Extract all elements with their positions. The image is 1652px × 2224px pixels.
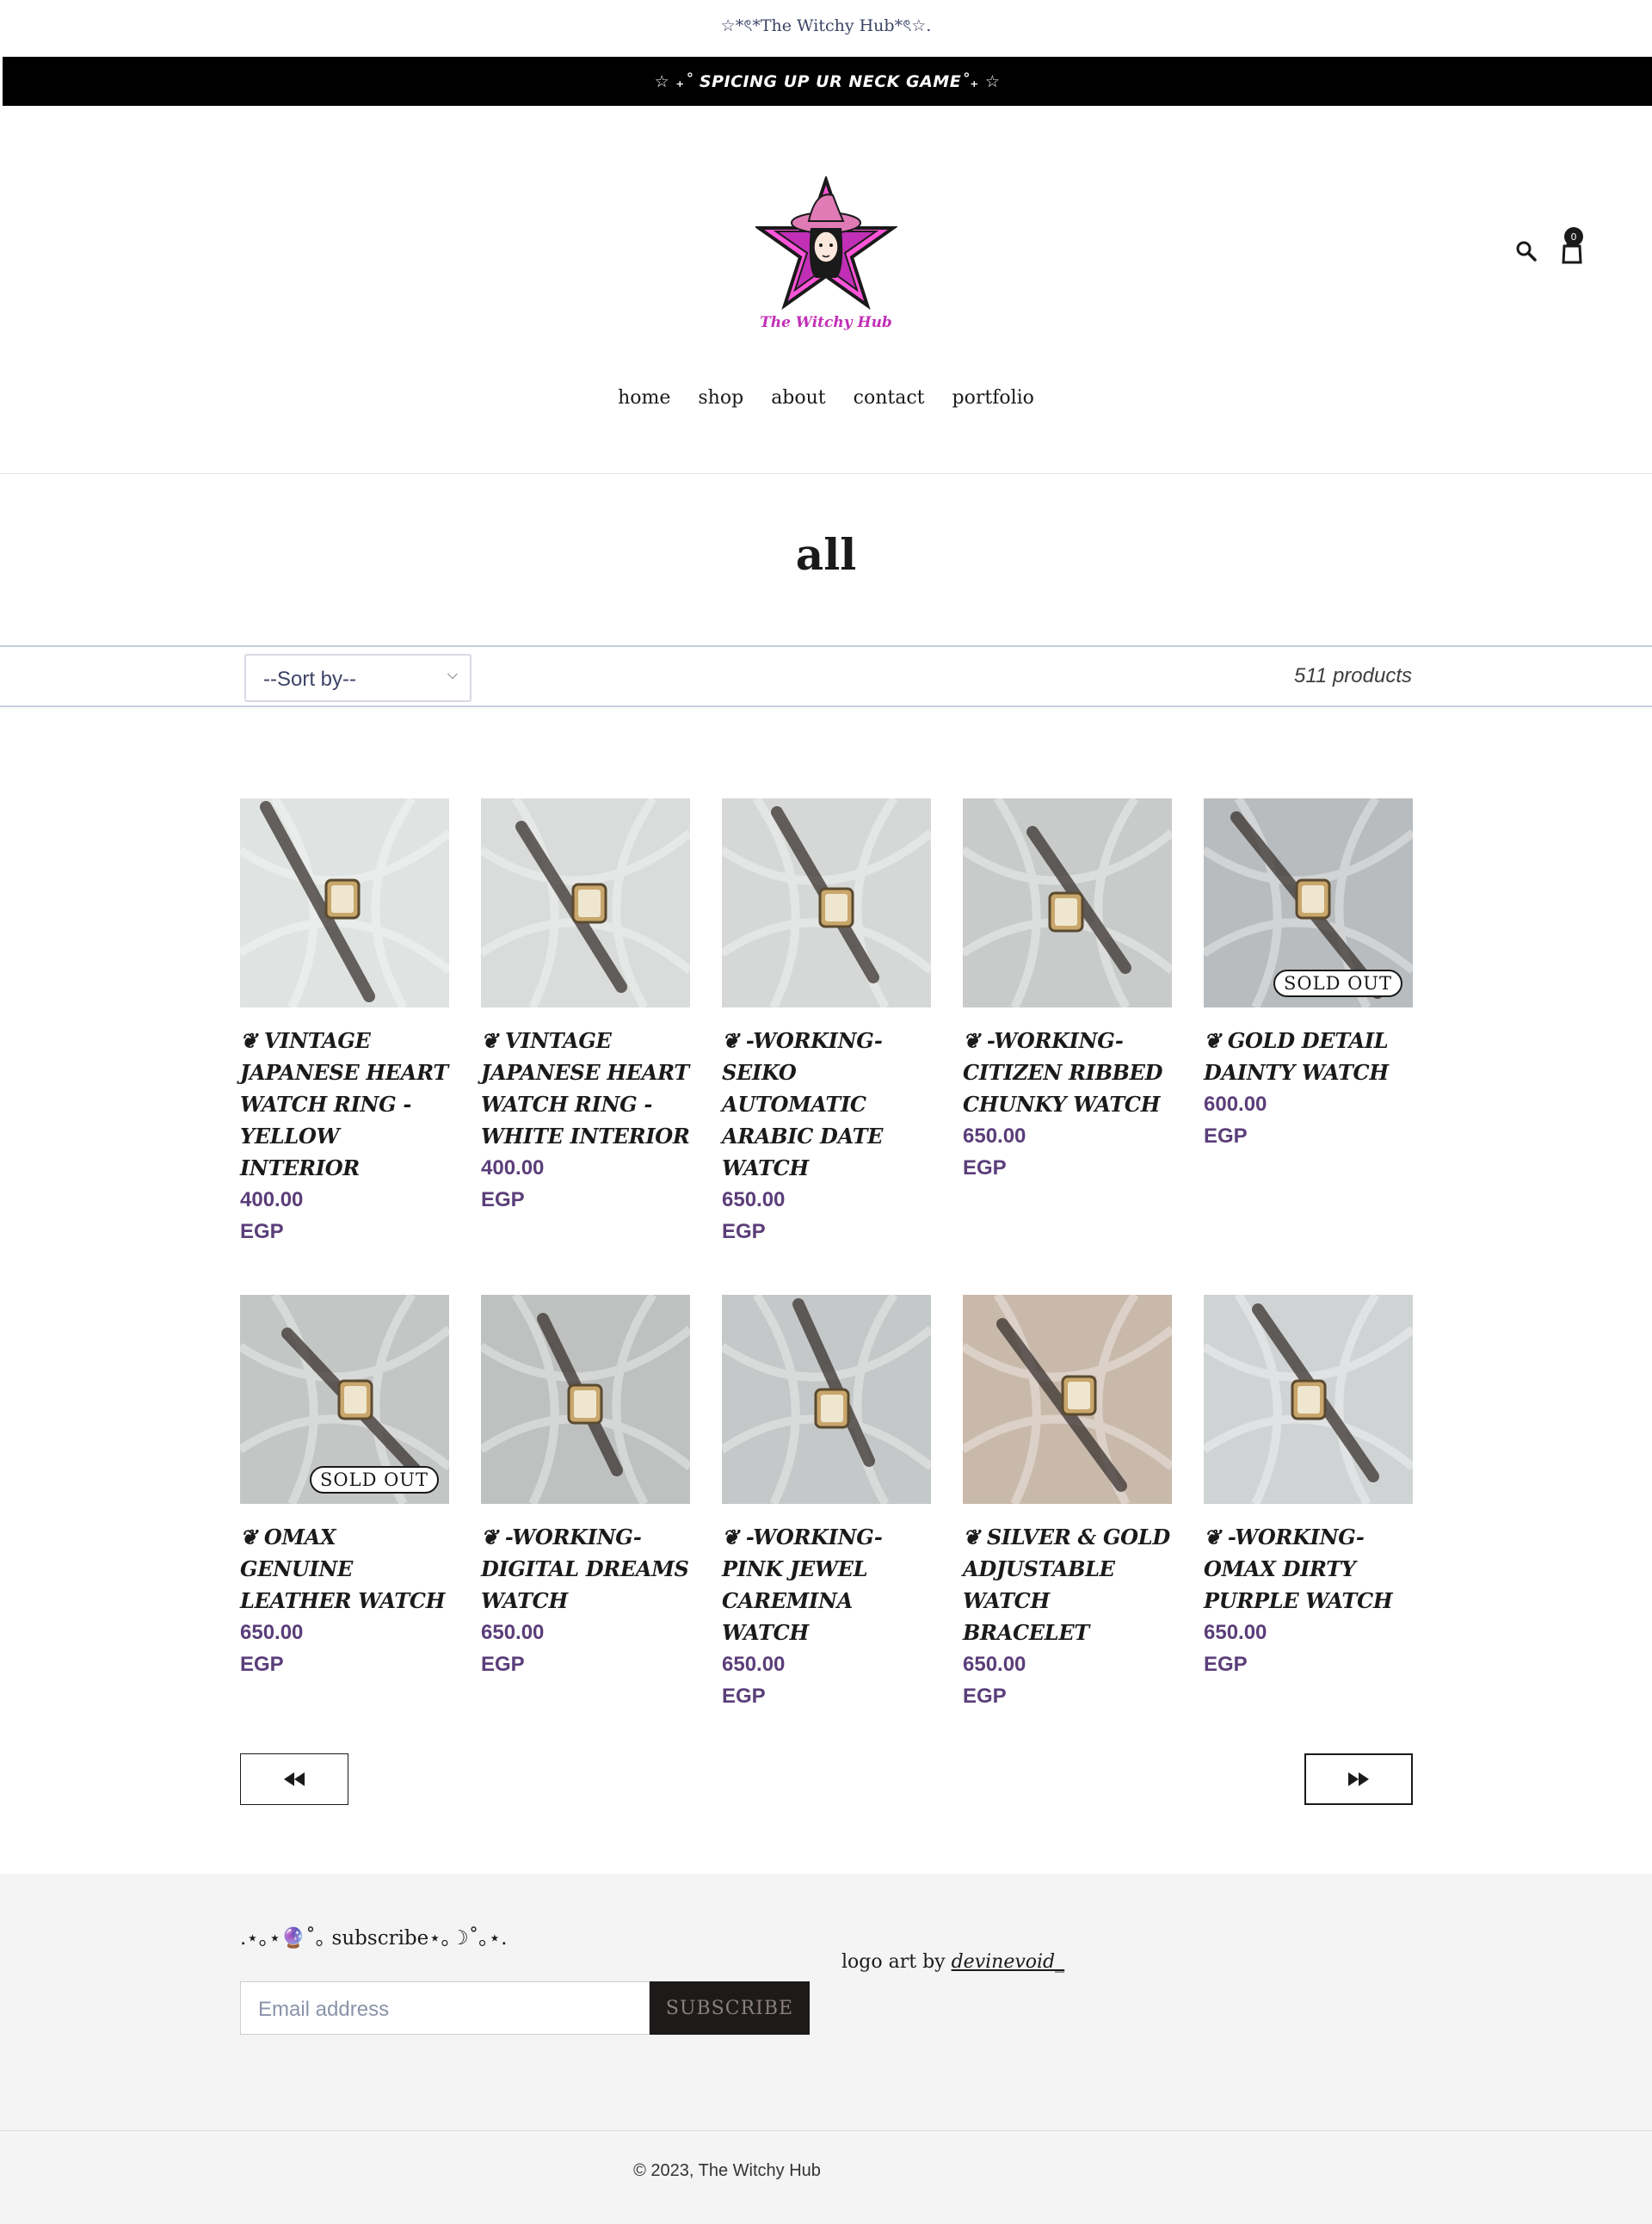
product-image[interactable] — [963, 1295, 1172, 1504]
product-title[interactable]: ❦ VINTAGE JAPANESE HEART WATCH RING - WH… — [481, 1025, 690, 1152]
prev-page-button[interactable] — [240, 1753, 348, 1805]
email-input[interactable]: Email address — [240, 1981, 650, 2035]
footer: .⋆｡⋆🔮˚｡ subscribe⋆｡☽˚｡⋆. Email address S… — [0, 1874, 1652, 2224]
rewind-icon — [284, 1772, 305, 1786]
product-currency: EGP — [481, 1188, 525, 1211]
cart-count-badge: 0 — [1564, 227, 1583, 246]
announcement-bar: ☆ ₊˚ SPICING UP UR NECK GAME˚₊ ☆ — [3, 57, 1652, 106]
product-currency: EGP — [963, 1685, 1007, 1708]
product-card[interactable]: ❦ VINTAGE JAPANESE HEART WATCH RING - WH… — [481, 798, 690, 1295]
search-icon[interactable] — [1514, 239, 1538, 263]
nav-shop[interactable]: shop — [698, 387, 743, 409]
product-title[interactable]: ❦ OMAX GENUINE LEATHER WATCH — [240, 1521, 449, 1617]
subscribe-button[interactable]: SUBSCRIBE — [650, 1981, 810, 2035]
product-card[interactable]: ❦ VINTAGE JAPANESE HEART WATCH RING - YE… — [240, 798, 449, 1295]
product-price: 650.00 — [963, 1653, 1026, 1676]
product-grid: ❦ VINTAGE JAPANESE HEART WATCH RING - YE… — [240, 798, 1413, 1791]
product-image[interactable] — [240, 798, 449, 1007]
nav-contact[interactable]: contact — [854, 387, 925, 409]
product-image[interactable]: SOLD OUT — [1204, 798, 1413, 1007]
product-title[interactable]: ❦ -WORKING- CITIZEN RIBBED CHUNKY WATCH — [963, 1025, 1172, 1120]
product-title[interactable]: ❦ -WORKING- DIGITAL DREAMS WATCH — [481, 1521, 690, 1617]
product-price: 650.00 — [240, 1621, 304, 1644]
product-title[interactable]: ❦ -WORKING- SEIKO AUTOMATIC ARABIC DATE … — [722, 1025, 931, 1184]
product-image[interactable] — [963, 798, 1172, 1007]
subscribe-heading: .⋆｡⋆🔮˚｡ subscribe⋆｡☽˚｡⋆. — [240, 1927, 508, 1950]
product-card[interactable]: ❦ -WORKING- DIGITAL DREAMS WATCH 650.00 … — [481, 1295, 690, 1791]
product-currency: EGP — [240, 1220, 284, 1243]
announcement-text: ☆ ₊˚ SPICING UP UR NECK GAME˚₊ ☆ — [654, 71, 1001, 91]
sold-out-badge: SOLD OUT — [310, 1466, 439, 1494]
product-card[interactable]: ❦ SILVER & GOLD ADJUSTABLE WATCH BRACELE… — [963, 1295, 1172, 1791]
chevron-down-icon: ⌵ — [447, 668, 458, 682]
product-title[interactable]: ❦ GOLD DETAIL DAINTY WATCH — [1204, 1025, 1413, 1088]
product-image[interactable] — [722, 1295, 931, 1504]
product-title[interactable]: ❦ -WORKING- PINK JEWEL CAREMINA WATCH — [722, 1521, 931, 1648]
product-price: 400.00 — [240, 1188, 304, 1211]
product-price: 650.00 — [963, 1124, 1026, 1148]
copyright: © 2023, The Witchy Hub — [633, 2161, 821, 2180]
product-card[interactable]: ❦ -WORKING- SEIKO AUTOMATIC ARABIC DATE … — [722, 798, 931, 1295]
product-currency: EGP — [1204, 1653, 1248, 1676]
product-card[interactable]: SOLD OUT ❦ OMAX GENUINE LEATHER WATCH 65… — [240, 1295, 449, 1791]
product-currency: EGP — [722, 1220, 766, 1243]
nav-home[interactable]: home — [618, 387, 670, 409]
store-logo[interactable]: The Witchy Hub — [753, 174, 899, 336]
top-title: ☆*ৎ*The Witchy Hub*ৎ☆. — [0, 0, 1652, 55]
filter-bar: --Sort by-- ⌵ 511 products — [0, 645, 1652, 707]
product-image[interactable] — [481, 1295, 690, 1504]
nav-portfolio[interactable]: portfolio — [952, 387, 1034, 409]
logo-text: The Witchy Hub — [760, 314, 892, 331]
sort-select-label: --Sort by-- — [263, 668, 356, 691]
product-title[interactable]: ❦ SILVER & GOLD ADJUSTABLE WATCH BRACELE… — [963, 1521, 1172, 1648]
product-card[interactable]: ❦ -WORKING- PINK JEWEL CAREMINA WATCH 65… — [722, 1295, 931, 1791]
logo-credit: logo art by devinevoid_ — [841, 1951, 1064, 1973]
product-card[interactable]: ❦ -WORKING- CITIZEN RIBBED CHUNKY WATCH … — [963, 798, 1172, 1295]
product-price: 650.00 — [481, 1621, 545, 1644]
sort-select[interactable]: --Sort by-- ⌵ — [244, 654, 472, 702]
credit-link[interactable]: devinevoid_ — [952, 1951, 1065, 1973]
product-price: 600.00 — [1204, 1093, 1267, 1116]
product-currency: EGP — [963, 1156, 1007, 1180]
product-currency: EGP — [722, 1685, 766, 1708]
product-price: 650.00 — [722, 1653, 786, 1676]
sold-out-badge: SOLD OUT — [1273, 970, 1402, 997]
product-currency: EGP — [1204, 1124, 1248, 1148]
site-title-text: ☆*ৎ*The Witchy Hub*ৎ☆. — [720, 16, 932, 35]
credit-prefix: logo art by — [841, 1951, 946, 1973]
next-page-button[interactable] — [1304, 1753, 1413, 1805]
product-image[interactable] — [481, 798, 690, 1007]
product-title[interactable]: ❦ VINTAGE JAPANESE HEART WATCH RING - YE… — [240, 1025, 449, 1184]
product-image[interactable] — [1204, 1295, 1413, 1504]
product-currency: EGP — [240, 1653, 284, 1676]
product-card[interactable]: ❦ -WORKING- OMAX DIRTY PURPLE WATCH 650.… — [1204, 1295, 1413, 1791]
fast-forward-icon — [1348, 1772, 1369, 1786]
product-image[interactable]: SOLD OUT — [240, 1295, 449, 1504]
footer-divider — [0, 2130, 1652, 2131]
product-price: 650.00 — [722, 1188, 786, 1211]
product-currency: EGP — [481, 1653, 525, 1676]
product-card[interactable]: SOLD OUT ❦ GOLD DETAIL DAINTY WATCH 600.… — [1204, 798, 1413, 1295]
page-title: all — [795, 529, 857, 580]
product-title[interactable]: ❦ -WORKING- OMAX DIRTY PURPLE WATCH — [1204, 1521, 1413, 1617]
product-count: 511 products — [1294, 664, 1412, 687]
header-divider — [0, 473, 1652, 474]
nav-about[interactable]: about — [771, 387, 825, 409]
product-image[interactable] — [722, 798, 931, 1007]
main-nav: home shop about contact portfolio — [0, 387, 1652, 409]
product-price: 400.00 — [481, 1156, 545, 1180]
product-price: 650.00 — [1204, 1621, 1267, 1644]
